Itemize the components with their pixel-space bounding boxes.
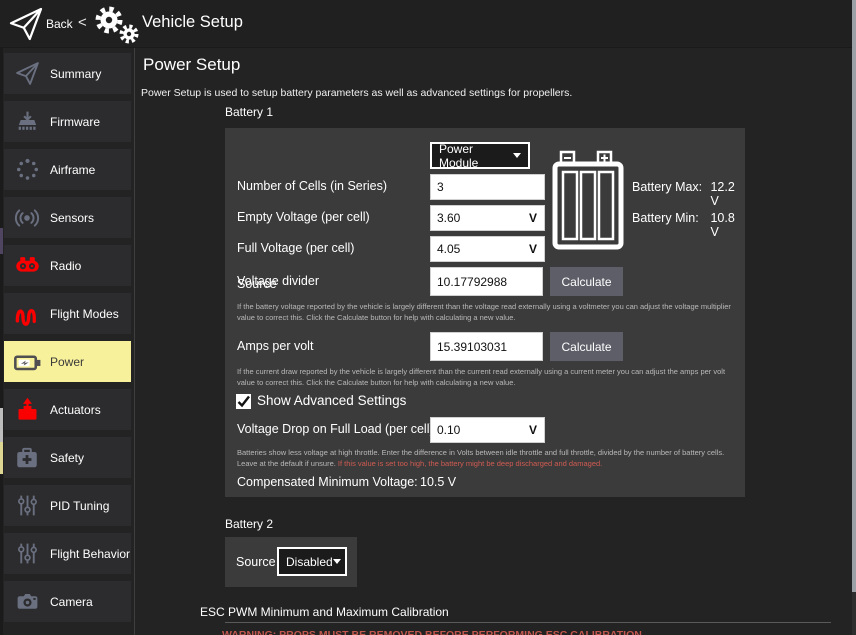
sidebar-item-power[interactable]: Power	[4, 341, 131, 382]
sidebar-item-label: PID Tuning	[50, 499, 109, 513]
battery-graphic-icon	[552, 150, 624, 250]
flight-modes-icon	[4, 300, 50, 327]
battery-max-row: Battery Max: 12.2 V	[632, 180, 745, 208]
scrollbar-thumb[interactable]	[852, 0, 856, 592]
sidebar-item-airframe[interactable]: Airframe	[4, 149, 131, 190]
full-voltage-input[interactable]	[430, 236, 545, 262]
sidebar-item-label: Power	[50, 355, 84, 369]
sidebar-item-safety[interactable]: Safety	[4, 437, 131, 478]
esc-warning-text-clipped: WARNING: PROPS MUST BE REMOVED BEFORE PE…	[222, 629, 645, 635]
sidebar-item-label: Actuators	[50, 403, 101, 417]
motor-icon	[4, 396, 50, 423]
sidebar-item-pid-tuning[interactable]: PID Tuning	[4, 485, 131, 526]
sensors-icon	[4, 205, 50, 231]
left-edge-strip	[0, 228, 3, 254]
sidebar-item-sensors[interactable]: Sensors	[4, 197, 131, 238]
voltage-drop-unit: V	[529, 423, 537, 437]
sidebar-item-summary[interactable]: Summary	[4, 53, 131, 94]
left-edge-strip	[0, 408, 3, 442]
esc-calibration-section-label: ESC PWM Minimum and Maximum Calibration	[200, 605, 449, 619]
page-header-title: Vehicle Setup	[142, 13, 243, 32]
battery1-section-label: Battery 1	[225, 105, 273, 119]
battery2-source-label: Source	[236, 555, 276, 569]
sidebar-item-label: Airframe	[50, 163, 95, 177]
checkmark-icon	[236, 394, 251, 409]
chevron-down-icon	[513, 153, 521, 158]
sidebar-item-label: Flight Behavior	[50, 547, 130, 561]
left-edge-strip	[0, 0, 3, 635]
empty-voltage-input[interactable]	[430, 205, 545, 231]
sidebar-divider	[134, 48, 135, 635]
back-chevron: <	[78, 14, 87, 31]
amps-per-volt-calculate-button[interactable]: Calculate	[550, 332, 623, 361]
camera-icon	[4, 589, 50, 614]
page-title: Power Setup	[143, 55, 240, 75]
battery2-section-label: Battery 2	[225, 517, 273, 531]
battery2-source-value: Disabled	[286, 555, 333, 569]
battery-icon	[4, 348, 50, 376]
battery-max-value: 12.2 V	[710, 180, 745, 208]
sidebar-item-label: Radio	[50, 259, 81, 273]
sidebar-item-flight-modes[interactable]: Flight Modes	[4, 293, 131, 334]
amps-per-volt-label: Amps per volt	[237, 339, 313, 353]
battery-max-label: Battery Max:	[632, 180, 710, 208]
show-advanced-label: Show Advanced Settings	[257, 393, 406, 408]
voltage-drop-input[interactable]	[430, 417, 545, 443]
chevron-down-icon	[333, 559, 341, 564]
battery1-panel: Source Power Module Number of Cells (in …	[225, 128, 745, 497]
show-advanced-checkbox[interactable]	[236, 394, 251, 409]
battery1-source-dropdown[interactable]: Power Module	[430, 142, 530, 169]
voltage-drop-label: Voltage Drop on Full Load (per cell)	[237, 422, 434, 436]
toolbar: Back < Vehicle Setup	[0, 0, 856, 48]
sidebar-item-camera[interactable]: Camera	[4, 581, 131, 622]
plane-icon	[4, 61, 50, 86]
battery-min-value: 10.8 V	[710, 211, 745, 239]
battery1-source-value: Power Module	[439, 142, 513, 170]
sidebar-item-flight-behavior[interactable]: Flight Behavior	[4, 533, 131, 574]
cells-label: Number of Cells (in Series)	[237, 179, 387, 193]
left-edge-strip	[0, 442, 3, 474]
cells-input[interactable]	[430, 174, 545, 200]
voltage-drop-help-text: Batteries show less voltage at high thro…	[237, 447, 739, 469]
back-button[interactable]: Back	[46, 17, 73, 31]
sidebar-item-label: Camera	[50, 595, 93, 609]
setup-sidebar: Summary Firmware Airframe Sensors Radio …	[4, 53, 132, 629]
amps-per-volt-help-text: If the current draw reported by the vehi…	[237, 366, 739, 388]
battery-min-row: Battery Min: 10.8 V	[632, 211, 745, 239]
esc-section-divider	[225, 622, 831, 623]
full-voltage-unit: V	[529, 242, 537, 256]
empty-voltage-unit: V	[529, 211, 537, 225]
sidebar-item-label: Firmware	[50, 115, 100, 129]
compensated-voltage-label: Compensated Minimum Voltage:	[237, 475, 418, 489]
voltage-divider-input[interactable]	[430, 267, 543, 296]
battery2-panel: Source Disabled	[225, 537, 357, 587]
empty-voltage-label: Empty Voltage (per cell)	[237, 210, 370, 224]
battery2-source-dropdown[interactable]: Disabled	[277, 547, 347, 576]
voltage-divider-calculate-button[interactable]: Calculate	[550, 267, 623, 296]
radio-transmitter-icon	[4, 252, 50, 279]
app-logo-plane-icon	[8, 6, 44, 42]
sidebar-item-firmware[interactable]: Firmware	[4, 101, 131, 142]
sliders-icon	[4, 493, 50, 518]
amps-per-volt-input[interactable]	[430, 332, 543, 361]
sidebar-item-actuators[interactable]: Actuators	[4, 389, 131, 430]
sidebar-item-label: Sensors	[50, 211, 94, 225]
voltage-divider-help-text: If the battery voltage reported by the v…	[237, 301, 739, 323]
sidebar-item-label: Flight Modes	[50, 307, 119, 321]
page-description: Power Setup is used to setup battery par…	[141, 87, 572, 99]
battery-min-label: Battery Min:	[632, 211, 710, 239]
sidebar-item-label: Safety	[50, 451, 84, 465]
firmware-download-icon	[4, 109, 50, 134]
vehicle-setup-gears-icon	[92, 4, 142, 46]
full-voltage-label: Full Voltage (per cell)	[237, 241, 354, 255]
sidebar-item-label: Summary	[50, 67, 101, 81]
sliders-icon	[4, 541, 50, 566]
voltage-divider-label: Voltage divider	[237, 274, 319, 288]
airframe-icon	[4, 157, 50, 182]
compensated-voltage-value: 10.5 V	[420, 475, 456, 489]
voltage-drop-help-warning: If this value is set too high, the batte…	[338, 459, 602, 468]
sidebar-item-radio[interactable]: Radio	[4, 245, 131, 286]
first-aid-icon	[4, 445, 50, 471]
